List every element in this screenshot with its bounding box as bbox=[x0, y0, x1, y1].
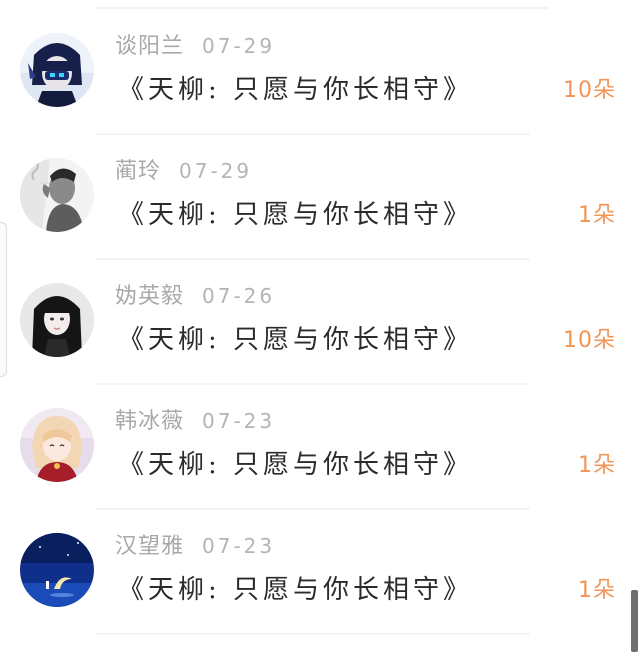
gift-title[interactable]: 《天柳: 只愿与你长相守》 bbox=[118, 73, 473, 107]
avatar-anime-girl-icon[interactable] bbox=[20, 408, 94, 482]
sender-line: 妫英毅 07-26 bbox=[115, 281, 275, 312]
sender-line: 汉望雅 07-23 bbox=[115, 531, 275, 562]
gift-record-list: 谈阳兰 07-29 《天柳: 只愿与你长相守》 10朵 蔺玲 07-29 《天柳: … bbox=[0, 10, 640, 635]
send-date: 07-23 bbox=[202, 534, 276, 558]
flower-count: 10朵 bbox=[563, 328, 616, 353]
send-date: 07-29 bbox=[202, 34, 276, 58]
sender-line: 蔺玲 07-29 bbox=[115, 156, 252, 187]
flower-count: 1朵 bbox=[578, 453, 616, 478]
list-item[interactable]: 谈阳兰 07-29 《天柳: 只愿与你长相守》 10朵 bbox=[0, 10, 640, 135]
sender-line: 韩冰薇 07-23 bbox=[115, 406, 275, 437]
avatar-man-smoking-icon[interactable] bbox=[20, 158, 94, 232]
send-date: 07-26 bbox=[202, 284, 276, 308]
top-divider bbox=[96, 7, 548, 9]
scrollbar-thumb[interactable] bbox=[631, 590, 638, 652]
flower-count: 1朵 bbox=[578, 203, 616, 228]
list-item[interactable]: 妫英毅 07-26 《天柳: 只愿与你长相守》 10朵 bbox=[0, 260, 640, 385]
gift-title[interactable]: 《天柳: 只愿与你长相守》 bbox=[118, 573, 473, 607]
flower-count: 10朵 bbox=[563, 78, 616, 103]
avatar-crescent-moon-icon[interactable] bbox=[20, 533, 94, 607]
sender-line: 谈阳兰 07-29 bbox=[115, 31, 275, 62]
list-item[interactable]: 蔺玲 07-29 《天柳: 只愿与你长相守》 1朵 bbox=[0, 135, 640, 260]
sender-name[interactable]: 妫英毅 bbox=[115, 284, 184, 309]
send-date: 07-29 bbox=[179, 159, 253, 183]
gift-title[interactable]: 《天柳: 只愿与你长相守》 bbox=[118, 323, 473, 357]
list-item[interactable]: 汉望雅 07-23 《天柳: 只愿与你长相守》 1朵 bbox=[0, 510, 640, 635]
send-date: 07-23 bbox=[202, 409, 276, 433]
flower-count: 1朵 bbox=[578, 578, 616, 603]
sender-name[interactable]: 蔺玲 bbox=[115, 159, 161, 184]
avatar-anime-boy-icon[interactable] bbox=[20, 33, 94, 107]
sender-name[interactable]: 汉望雅 bbox=[115, 534, 184, 559]
gift-title[interactable]: 《天柳: 只愿与你长相守》 bbox=[118, 198, 473, 232]
list-item[interactable]: 韩冰薇 07-23 《天柳: 只愿与你长相守》 1朵 bbox=[0, 385, 640, 510]
avatar-girl-black-hair-icon[interactable] bbox=[20, 283, 94, 357]
sender-name[interactable]: 韩冰薇 bbox=[115, 409, 184, 434]
sender-name[interactable]: 谈阳兰 bbox=[115, 34, 184, 59]
gift-title[interactable]: 《天柳: 只愿与你长相守》 bbox=[118, 448, 473, 482]
row-divider bbox=[96, 633, 530, 635]
